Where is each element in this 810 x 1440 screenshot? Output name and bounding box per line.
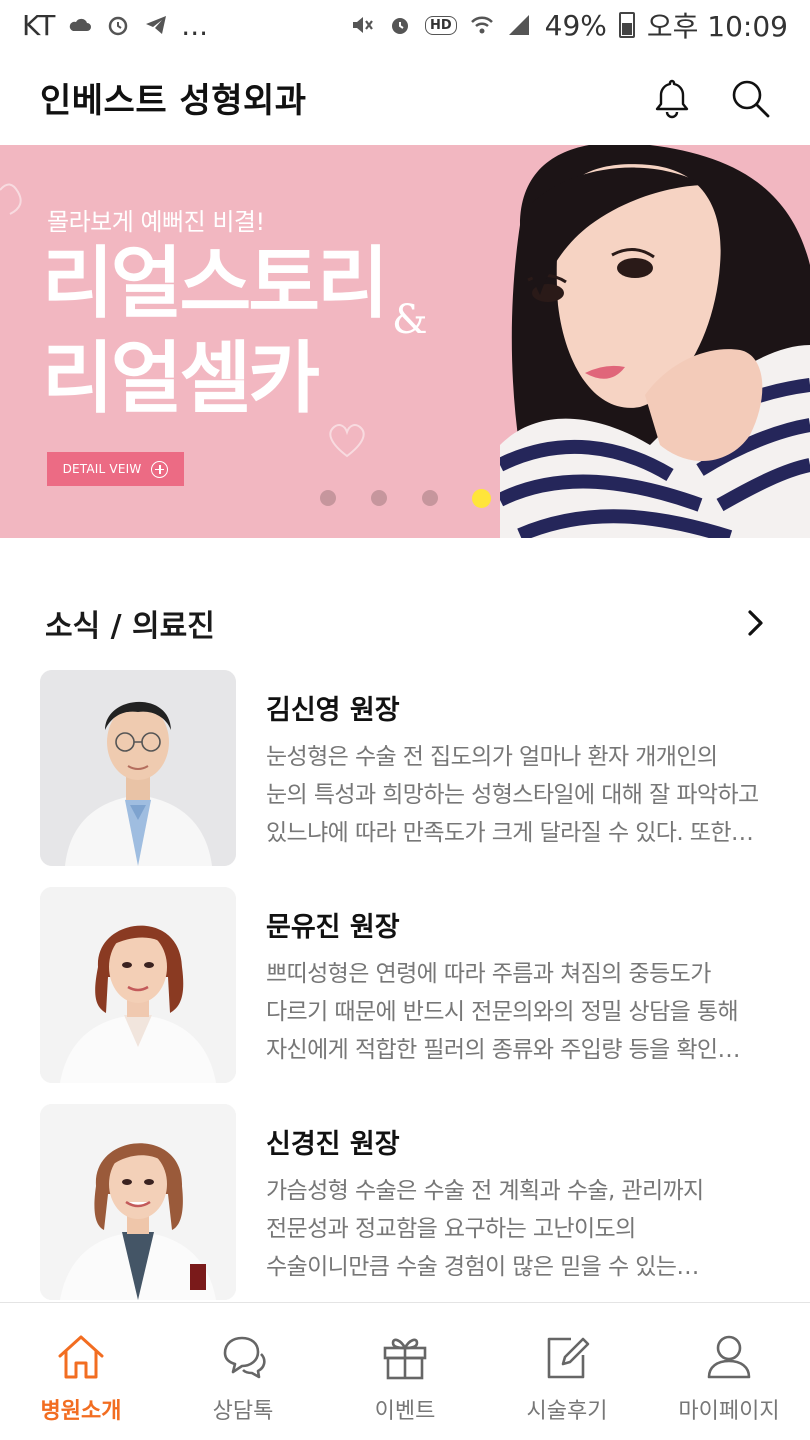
battery-icon [618,12,635,38]
bottom-navigation: 병원소개 상담톡 이벤트 시술후기 마이페이지 [0,1302,810,1440]
signal-icon [508,15,529,35]
doctor-photo [40,1104,236,1300]
doctor-card-3[interactable]: 신경진 원장 가슴성형 수술은 수술 전 계획과 수술, 관리까지 전문성과 정… [0,1104,810,1301]
bell-icon [655,79,689,118]
more-notifications: ... [181,8,208,42]
home-icon [58,1335,104,1379]
search-icon [732,80,770,117]
nav-item-hospital-intro[interactable]: 병원소개 [0,1303,162,1440]
doctor-description-line: 눈의 특성과 희망하는 성형스타일에 대해 잘 파악하고 [266,782,759,808]
carrier-label: KT [22,8,56,42]
nav-label: 상담톡 [212,1399,274,1424]
nav-item-consult-talk[interactable]: 상담톡 [162,1303,324,1440]
doctor-description-line: 수술이니만큼 수술 경험이 많은 믿을 수 있는… [266,1254,699,1280]
cloud-icon [70,18,92,31]
banner-subtitle: 몰라보게 예뻐진 비결! [47,208,265,236]
gift-icon [383,1338,427,1380]
section-title: 소식 / 의료진 [45,609,215,644]
doctor-description-line: 자신에게 적합한 필러의 종류와 주입량 등을 확인… [266,1037,740,1063]
nav-label: 이벤트 [374,1399,436,1424]
chevron-right-icon [748,610,763,636]
nav-item-my-page[interactable]: 마이페이지 [648,1303,810,1440]
hd-icon: HD [424,15,457,35]
banner-model-photo [500,145,810,538]
app-title: 인베스트 성형외과 [40,81,307,121]
status-bar: KT ... HD 49% 오후 10:09 [0,0,810,50]
slide-dot-1[interactable] [320,490,336,506]
doctor-name: 신경진 원장 [266,1129,400,1160]
heart-decoration-icon [0,183,22,215]
alarm-icon [109,16,128,36]
doctor-card-1[interactable]: 김신영 원장 눈성형은 수술 전 집도의가 얼마나 환자 개개인의 눈의 특성과… [0,670,810,867]
edit-icon [547,1337,590,1379]
doctor-photo-image [40,887,236,1083]
banner-title-line1: 리얼스토리 [42,239,389,329]
doctor-card-2[interactable]: 문유진 원장 쁘띠성형은 연령에 따라 주름과 쳐짐의 중등도가 다르기 때문에… [0,887,810,1084]
notification-button[interactable] [650,76,694,120]
doctor-name: 문유진 원장 [266,912,400,943]
doctor-description-line: 있느냐에 따라 만족도가 크게 달라질 수 있다. 또한… [266,820,754,846]
app-header: 인베스트 성형외과 [0,50,810,145]
detail-view-button[interactable]: DETAIL VEIW [47,452,184,486]
nav-item-event[interactable]: 이벤트 [324,1303,486,1440]
nav-label: 마이페이지 [678,1399,780,1424]
slide-dot-3[interactable] [422,490,438,506]
heart-decoration-icon [329,424,365,458]
doctor-description-line: 전문성과 정교함을 요구하는 고난이도의 [266,1216,636,1242]
doctor-description-line: 가슴성형 수술은 수술 전 계획과 수술, 관리까지 [266,1178,704,1204]
header-actions [650,76,772,120]
detail-view-label: DETAIL VEIW [62,462,142,476]
user-icon [707,1335,751,1379]
nav-label: 시술후기 [526,1399,608,1424]
doctor-photo-image [40,670,236,866]
plus-circle-icon [151,460,169,478]
chat-icon [223,1336,266,1379]
clock-time: 오후 10:09 [646,10,788,43]
status-right: HD 49% 오후 10:09 [349,5,788,45]
search-button[interactable] [728,76,772,120]
nav-label: 병원소개 [40,1399,122,1424]
doctor-photo-image [40,1104,236,1300]
doctor-name: 김신영 원장 [266,695,400,726]
banner-title-line2: 리얼셀카 [42,334,320,424]
doctor-photo [40,887,236,1083]
doctor-photo [40,670,236,866]
promo-banner[interactable]: 몰라보게 예뻐진 비결! 리얼스토리 & 리얼셀카 DETAIL VEIW [0,145,810,538]
mute-icon [352,17,373,33]
section-more-button[interactable] [738,605,774,641]
slide-dot-4-active[interactable] [472,489,491,508]
slide-dot-2[interactable] [371,490,387,506]
battery-percent: 49% [544,8,607,42]
telegram-icon [146,16,167,34]
status-left: KT ... [22,9,208,42]
alarm-icon-right [391,18,408,34]
slide-indicator [0,489,810,510]
wifi-icon [470,16,493,34]
doctor-description: 가슴성형 수술은 수술 전 계획과 수술, 관리까지 전문성과 정교함을 요구하… [266,1172,786,1286]
news-doctors-section-header: 소식 / 의료진 [0,590,810,656]
nav-item-reviews[interactable]: 시술후기 [486,1303,648,1440]
doctor-description-line: 쁘띠성형은 연령에 따라 주름과 쳐짐의 중등도가 [266,961,711,987]
doctor-description-line: 다르기 때문에 반드시 전문의와의 정밀 상담을 통해 [266,999,739,1025]
doctor-description: 눈성형은 수술 전 집도의가 얼마나 환자 개개인의 눈의 특성과 희망하는 성… [266,738,786,852]
doctor-description: 쁘띠성형은 연령에 따라 주름과 쳐짐의 중등도가 다르기 때문에 반드시 전문… [266,955,786,1069]
doctor-description-line: 눈성형은 수술 전 집도의가 얼마나 환자 개개인의 [266,744,718,770]
banner-ampersand: & [392,297,428,343]
